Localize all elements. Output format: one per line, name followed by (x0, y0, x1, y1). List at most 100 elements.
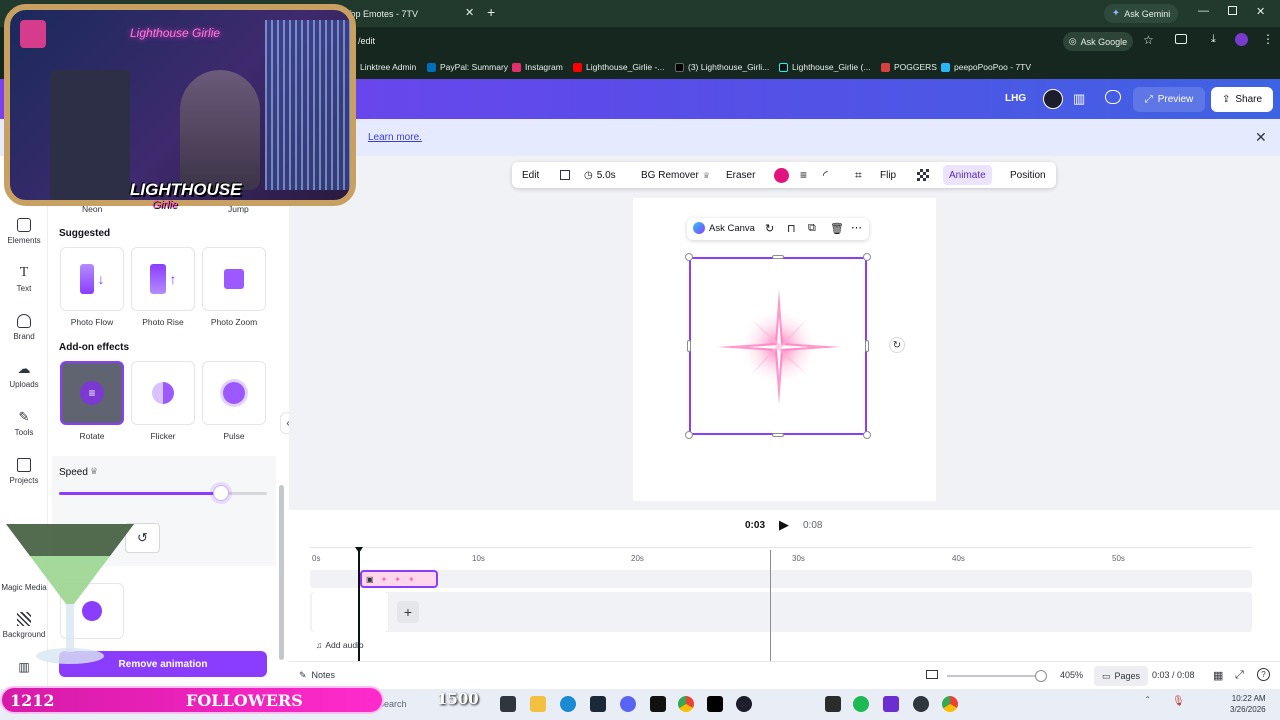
rotate-handle-icon[interactable]: ↻ (889, 337, 905, 353)
transparency-button[interactable] (917, 162, 929, 188)
lock-icon[interactable]: ⊓ (787, 222, 796, 235)
chrome-icon[interactable] (678, 696, 694, 712)
help-icon[interactable]: ? (1257, 668, 1270, 681)
bookmark-item[interactable]: POGGERS (881, 62, 937, 72)
share-button[interactable]: ⇪ Share (1211, 87, 1273, 112)
download-icon[interactable]: ⤓ (1211, 33, 1216, 46)
add-audio-button[interactable]: ♫ Add audio (316, 640, 364, 650)
rotate-tile[interactable]: ≡ (60, 361, 124, 425)
bg-remover-button[interactable]: BG Remover ♛ (641, 162, 710, 188)
flip-button[interactable]: Flip (880, 162, 896, 188)
steam-icon[interactable] (590, 696, 606, 712)
spotify-icon[interactable] (853, 696, 869, 712)
bookmark-item[interactable]: PayPal: Summary (427, 62, 508, 72)
rail-item-elements[interactable]: Elements (0, 218, 48, 245)
ask-google-button[interactable]: ◎ Ask Google (1063, 32, 1133, 51)
microphone-icon[interactable]: 🎙 (1172, 696, 1185, 707)
add-page-button[interactable]: + (397, 601, 419, 623)
discord-icon[interactable] (620, 696, 636, 712)
flicker-tile[interactable] (131, 361, 195, 425)
panel-scrollbar[interactable] (279, 485, 284, 660)
zoom-slider-thumb[interactable] (1035, 670, 1047, 682)
edit-button[interactable]: Edit (522, 162, 539, 188)
close-banner-icon[interactable]: ✕ (1255, 129, 1267, 146)
edge-icon[interactable] (560, 696, 576, 712)
ask-gemini-button[interactable]: ✦ Ask Gemini (1104, 4, 1178, 23)
duplicate-icon[interactable]: ⧉ (808, 222, 816, 235)
comments-icon[interactable] (1105, 90, 1121, 104)
preview-button[interactable]: ⤢ Preview (1133, 87, 1205, 112)
obs-triangle-icon[interactable] (707, 696, 723, 712)
tab-title[interactable]: Top Emotes - 7TV (346, 9, 418, 19)
bookmark-item[interactable]: Linktree Admin (360, 62, 416, 72)
play-button[interactable]: ▶ (774, 515, 794, 535)
epic-games-icon[interactable] (650, 696, 666, 712)
url-text[interactable]: /edit (358, 36, 375, 46)
page-thumbnail[interactable] (312, 592, 388, 632)
more-options-icon[interactable]: ⋯ (851, 221, 862, 234)
team-initials[interactable]: LHG (1005, 93, 1026, 104)
speed-slider-track[interactable] (59, 492, 267, 495)
minimize-icon[interactable]: — (1198, 5, 1209, 17)
resize-handle[interactable] (687, 340, 691, 352)
rail-item-text[interactable]: T Text (0, 266, 48, 294)
new-tab-icon[interactable]: + (487, 4, 495, 20)
comment-add-icon[interactable]: ↻ (765, 222, 774, 235)
trash-icon[interactable]: 🗑 (830, 222, 844, 235)
media-player-icon[interactable] (736, 696, 752, 712)
chrome-profile-icon[interactable] (942, 696, 958, 712)
rail-item-tools[interactable]: ✎ Tools (0, 410, 48, 438)
eraser-button[interactable]: Eraser (726, 162, 755, 188)
bookmark-item[interactable]: Instagram (512, 62, 563, 72)
pulse-tile[interactable] (202, 361, 266, 425)
fit-screen-icon[interactable] (926, 670, 938, 679)
ask-canva-button[interactable]: Ask Canva (693, 222, 755, 234)
duration-button[interactable]: ◷ 5.0s (584, 162, 616, 188)
resize-handle[interactable] (863, 431, 871, 439)
capcut-icon[interactable] (825, 696, 841, 712)
insights-icon[interactable]: ▥ (1073, 91, 1085, 107)
resize-handle[interactable] (685, 253, 693, 261)
animate-button[interactable]: Animate (943, 165, 992, 185)
more-menu-icon[interactable]: ⋮ (1262, 32, 1274, 46)
bookmark-item[interactable]: Lighthouse_Girlie (... (779, 62, 870, 72)
fullscreen-icon[interactable]: ⤢ (1235, 669, 1244, 682)
taskbar-clock[interactable]: 10:22 AM 3/26/2026 (1230, 693, 1266, 715)
maximize-icon[interactable] (1228, 6, 1237, 15)
photo-flow-tile[interactable]: ↓ (60, 247, 124, 311)
bookmark-star-icon[interactable]: ☆ (1143, 33, 1154, 47)
zoom-slider[interactable] (947, 675, 1047, 677)
close-tab-icon[interactable]: ✕ (465, 6, 474, 19)
corner-rounding-icon[interactable]: ◜ (823, 162, 828, 188)
resize-handle[interactable] (865, 340, 869, 352)
bookmark-item[interactable]: (3) Lighthouse_Girli... (675, 62, 769, 72)
obs-icon[interactable] (913, 696, 929, 712)
notes-button[interactable]: ✎ Notes (299, 670, 335, 681)
border-style-icon[interactable]: ≡ (800, 162, 807, 188)
rail-item-uploads[interactable]: ☁ Uploads (0, 362, 48, 390)
profile-avatar-icon[interactable] (1235, 33, 1248, 46)
tray-chevron-icon[interactable]: ˆ (1146, 696, 1149, 707)
resize-handle[interactable] (863, 253, 871, 261)
close-window-icon[interactable]: ✕ (1256, 5, 1265, 18)
file-explorer-icon[interactable] (530, 696, 546, 712)
timeline-clip[interactable]: ▣ ✦ ✦ ✦ (360, 570, 438, 588)
rail-item-projects[interactable]: Projects (0, 458, 48, 485)
resize-handle[interactable] (685, 431, 693, 439)
photo-rise-tile[interactable]: ↑ (131, 247, 195, 311)
crop-button[interactable]: ⌗ (855, 162, 862, 188)
bookmark-item[interactable]: peepoPooPoo - 7TV (941, 62, 1031, 72)
position-button[interactable]: Position (1010, 162, 1046, 188)
pages-button[interactable]: ▭ Pages (1094, 666, 1148, 686)
color-swatch[interactable] (774, 162, 789, 188)
streamdeck-icon[interactable] (883, 696, 899, 712)
resize-handle[interactable] (772, 433, 784, 437)
selected-element[interactable] (689, 257, 867, 435)
learn-more-link[interactable]: Learn more. (368, 132, 422, 143)
bookmark-item[interactable]: Lighthouse_Girlie -... (573, 62, 664, 72)
layout-icon[interactable] (560, 162, 570, 188)
playhead[interactable] (358, 550, 360, 661)
rail-item-brand[interactable]: Brand (0, 314, 48, 341)
zoom-level[interactable]: 405% (1060, 670, 1083, 680)
task-view-icon[interactable] (500, 696, 516, 712)
